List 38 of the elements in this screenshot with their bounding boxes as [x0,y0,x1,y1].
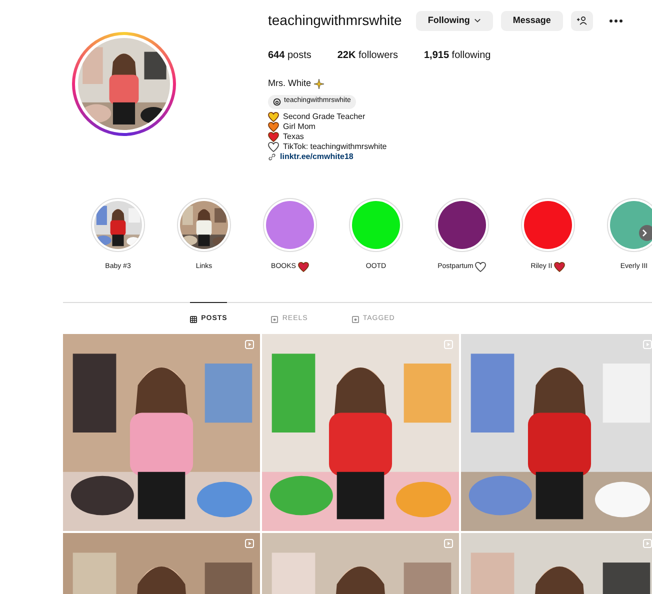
heart-icon [268,142,279,152]
reel-icon [444,340,453,348]
message-button[interactable]: Message [500,10,563,30]
heart-icon [475,262,486,272]
reel-icon [271,316,278,323]
story-highlight[interactable] [435,198,489,252]
add-person-button[interactable] [570,10,593,30]
heart-icon [268,112,279,122]
add-person-icon [576,16,588,25]
grid-icon [190,316,198,323]
story-highlight[interactable] [91,198,145,252]
reel-icon [245,538,254,548]
threads-icon [273,98,281,106]
bio-line: Girl Mom [283,122,316,132]
following-button[interactable]: Following [416,10,493,30]
heart-icon [268,122,279,132]
reel-icon [643,340,652,348]
bio-line: Second Grade Teacher [283,112,366,122]
reel-icon [444,538,453,548]
bio-line: TikTok: teachingwithmrswhite [283,142,387,152]
profile-stat[interactable]: 644 posts [268,48,312,63]
bio-line: Texas [283,132,304,142]
heart-icon [554,262,566,272]
heart-icon [268,132,279,142]
username: teachingwithmrswhite [268,11,402,30]
profile-link[interactable]: linktr.ee/cmwhite18 [280,152,354,162]
more-options-icon[interactable] [608,18,623,22]
profile-stat[interactable]: 1,915 following [424,48,491,63]
profile-stat[interactable]: 22K followers [337,48,398,63]
link-icon [268,152,276,160]
chevron-down-icon [474,18,481,23]
story-highlight[interactable] [177,198,231,252]
reel-icon [245,340,254,348]
display-name: Mrs. White [268,77,312,90]
sparkle-icon [314,78,324,89]
heart-icon [298,262,309,272]
chevron-right-icon [642,229,647,237]
reel-icon [643,538,652,548]
